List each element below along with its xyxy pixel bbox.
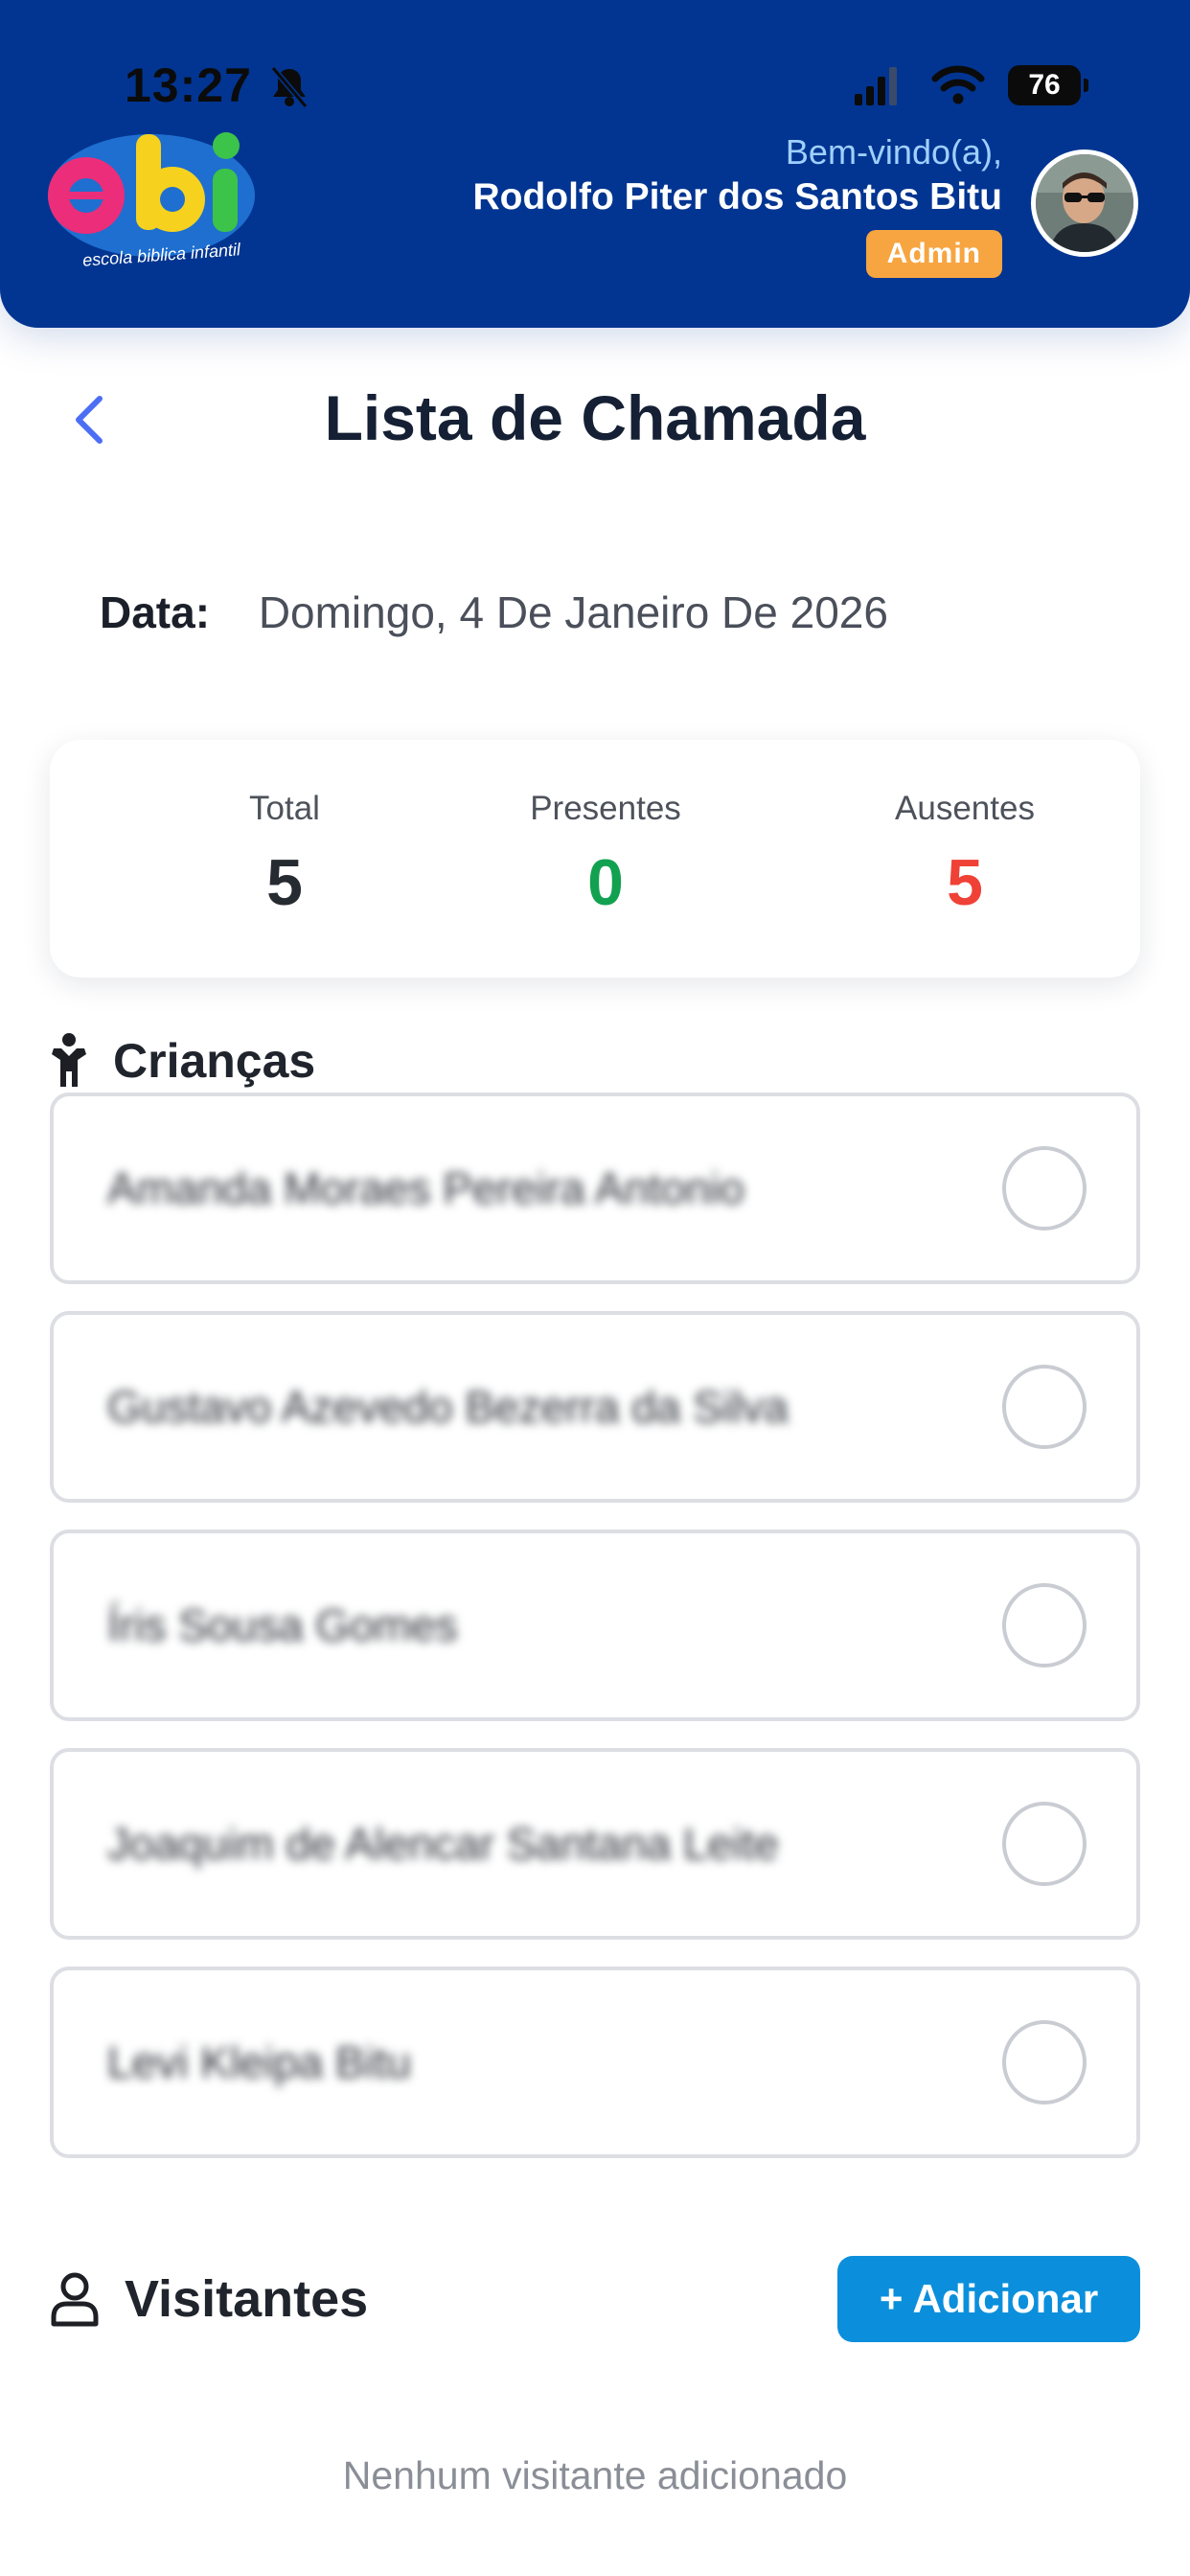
stat-present: Presentes 0 <box>462 790 749 920</box>
child-icon <box>52 1033 86 1087</box>
child-name: Gustavo Azevedo Bezerra da Silva <box>107 1382 789 1432</box>
children-section-title: Crianças <box>113 1034 316 1088</box>
battery-icon: 76 <box>1008 65 1088 105</box>
date-value: Domingo, 4 De Janeiro De 2026 <box>258 587 888 637</box>
stat-absent-label: Ausentes <box>895 790 1035 827</box>
stat-present-label: Presentes <box>530 790 681 827</box>
child-row[interactable]: Levi Kleipa Bitu <box>50 1966 1140 2158</box>
child-row[interactable]: Amanda Moraes Pereira Antonio <box>50 1092 1140 1284</box>
add-visitor-button[interactable]: + Adicionar <box>837 2256 1140 2342</box>
attendance-checkbox[interactable] <box>1002 1583 1087 1668</box>
avatar-photo <box>1036 154 1133 252</box>
stat-absent: Ausentes 5 <box>821 790 1109 920</box>
signal-icon <box>855 67 897 105</box>
welcome-text: Bem-vindo(a), <box>785 132 1002 172</box>
stat-total: Total 5 <box>141 790 428 920</box>
child-row[interactable]: Joaquim de Alencar Santana Leite <box>50 1748 1140 1940</box>
attendance-checkbox[interactable] <box>1002 1365 1087 1449</box>
date-label: Data: <box>100 587 211 637</box>
child-row[interactable]: Gustavo Azevedo Bezerra da Silva <box>50 1311 1140 1503</box>
visitors-section-heading: Visitantes <box>50 2266 368 2333</box>
visitors-section-title: Visitantes <box>125 2270 369 2328</box>
child-name: Amanda Moraes Pereira Antonio <box>107 1163 744 1213</box>
stat-total-value: 5 <box>266 846 303 919</box>
visitors-empty-state: Nenhum visitante adicionado <box>342 2453 848 2497</box>
page-title: Lista de Chamada <box>324 382 866 453</box>
app-header: 13:27 76 escola biblica infantil Bem-vin… <box>0 0 1190 328</box>
status-time: 13:27 <box>125 58 252 112</box>
child-name: Íris Sousa Gomes <box>107 1600 458 1650</box>
attendance-summary-card: Total 5 Presentes 0 Ausentes 5 <box>50 740 1140 978</box>
children-section-heading: Crianças <box>50 1027 315 1094</box>
avatar[interactable] <box>1031 150 1138 257</box>
user-outline-icon <box>51 2272 99 2327</box>
wifi-icon <box>931 65 985 104</box>
child-name: Levi Kleipa Bitu <box>107 2037 412 2087</box>
bell-off-icon <box>270 66 309 108</box>
stat-absent-value: 5 <box>947 846 983 919</box>
child-name: Joaquim de Alencar Santana Leite <box>107 1819 779 1869</box>
attendance-checkbox[interactable] <box>1002 1146 1087 1230</box>
stat-total-label: Total <box>249 790 320 827</box>
stat-present-value: 0 <box>587 846 624 919</box>
user-name: Rodolfo Piter dos Santos Bitu <box>472 176 1003 218</box>
role-badge: Admin <box>865 230 1002 278</box>
date-row: Data: Domingo, 4 De Janeiro De 2026 <box>100 586 888 638</box>
child-row[interactable]: Íris Sousa Gomes <box>50 1530 1140 1721</box>
attendance-checkbox[interactable] <box>1002 2020 1087 2104</box>
attendance-checkbox[interactable] <box>1002 1802 1087 1886</box>
